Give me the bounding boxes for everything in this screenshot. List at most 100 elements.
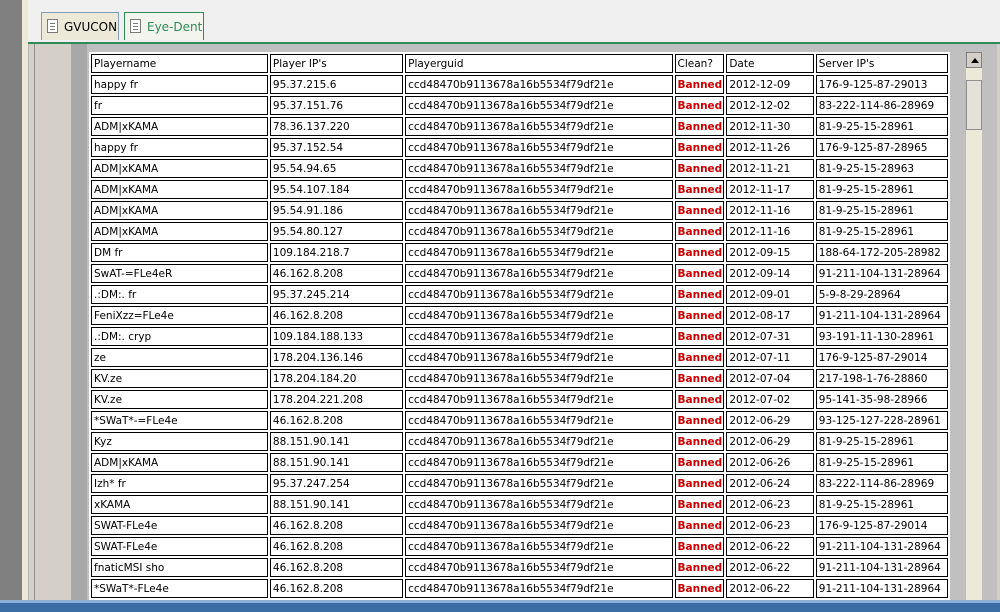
table-row[interactable]: xKAMA 88.151.90.141 ccd48470b9113678a16b55… — [91, 495, 948, 514]
cell-server-ip: 91-211-104-131-28964 — [815, 579, 948, 598]
cell-date: 2012-09-01 — [726, 285, 814, 304]
cell-date: 2012-06-29 — [726, 432, 814, 451]
table-row[interactable]: Izh* fr 95.37.247.254 ccd48470b9113678a16b… — [91, 474, 948, 493]
col-header-playerguid[interactable]: Playerguid — [405, 54, 673, 73]
cell-player-ip: 95.54.80.127 — [269, 222, 404, 241]
cell-playerguid: ccd48470b9113678a16b5534f79df21e — [405, 390, 673, 409]
cell-server-ip: 93-125-127-228-28961 — [815, 411, 948, 430]
cell-clean: Banned — [674, 537, 725, 556]
table-row[interactable]: KV.ze 178.204.184.20 ccd48470b9113678a16b5… — [91, 369, 948, 388]
col-header-server-ip[interactable]: Server IP's — [815, 54, 948, 73]
table-row[interactable]: DM fr 109.184.218.7 ccd48470b9113678a16b55… — [91, 243, 948, 262]
table-row[interactable]: ze 178.204.136.146 ccd48470b9113678a16b553… — [91, 348, 948, 367]
vertical-scrollbar[interactable] — [965, 52, 982, 600]
col-header-date[interactable]: Date — [726, 54, 814, 73]
cell-playerguid: ccd48470b9113678a16b5534f79df21e — [405, 411, 673, 430]
cell-playername: fnaticMSI sho — [91, 558, 268, 577]
cell-playerguid: ccd48470b9113678a16b5534f79df21e — [405, 159, 673, 178]
table-row[interactable]: ADM|xKAMA 95.54.94.65 ccd48470b9113678a16b… — [91, 159, 948, 178]
cell-playerguid: ccd48470b9113678a16b5534f79df21e — [405, 348, 673, 367]
table-row[interactable]: .:DM:. fr 95.37.245.214 ccd48470b9113678a1… — [91, 285, 948, 304]
cell-playerguid: ccd48470b9113678a16b5534f79df21e — [405, 495, 673, 514]
cell-clean: Banned — [674, 579, 725, 598]
col-header-player-ip[interactable]: Player IP's — [269, 54, 404, 73]
cell-playername: SWAT-FLe4e — [91, 516, 268, 535]
cell-date: 2012-11-26 — [726, 138, 814, 157]
table-row[interactable]: fr 95.37.151.76 ccd48470b9113678a16b5534f7… — [91, 96, 948, 115]
cell-server-ip: 83-222-114-86-28969 — [815, 474, 948, 493]
table-row[interactable]: FeniXzz=FLe4e 46.162.8.208 ccd48470b911367… — [91, 306, 948, 325]
ban-list-grid: Playername Player IP's Playerguid Clean?… — [89, 52, 950, 600]
table-row[interactable]: Kyz 88.151.90.141 ccd48470b9113678a16b5534… — [91, 432, 948, 451]
cell-server-ip: 83-222-114-86-28969 — [815, 96, 948, 115]
col-header-clean[interactable]: Clean? — [674, 54, 725, 73]
table-row[interactable]: happy fr 95.37.215.6 ccd48470b9113678a16b5… — [91, 75, 948, 94]
cell-playerguid: ccd48470b9113678a16b5534f79df21e — [405, 369, 673, 388]
scroll-thumb[interactable] — [966, 80, 982, 130]
cell-playername: Izh* fr — [91, 474, 268, 493]
cell-server-ip: 81-9-25-15-28961 — [815, 495, 948, 514]
cell-date: 2012-11-30 — [726, 117, 814, 136]
cell-server-ip: 81-9-25-15-28961 — [815, 201, 948, 220]
cell-clean: Banned — [674, 390, 725, 409]
cell-playerguid: ccd48470b9113678a16b5534f79df21e — [405, 138, 673, 157]
cell-player-ip: 109.184.218.7 — [269, 243, 404, 262]
tab-bar: GVUCON Eye-Dent — [28, 0, 1000, 44]
taskbar-highlight — [0, 600, 1000, 603]
cell-player-ip: 95.54.91.186 — [269, 201, 404, 220]
cell-playerguid: ccd48470b9113678a16b5534f79df21e — [405, 201, 673, 220]
table-row[interactable]: SWAT-FLe4e 46.162.8.208 ccd48470b9113678a1… — [91, 516, 948, 535]
table-row[interactable]: ADM|xKAMA 78.36.137.220 ccd48470b9113678a1… — [91, 117, 948, 136]
cell-clean: Banned — [674, 558, 725, 577]
cell-server-ip: 91-211-104-131-28964 — [815, 306, 948, 325]
cell-playername: SwAT-=FLe4eR — [91, 264, 268, 283]
scroll-up-button[interactable] — [966, 52, 982, 68]
cell-date: 2012-12-02 — [726, 96, 814, 115]
table-row[interactable]: ADM|xKAMA 95.54.80.127 ccd48470b9113678a16… — [91, 222, 948, 241]
tab-eye-dent[interactable]: Eye-Dent — [124, 12, 204, 40]
cell-date: 2012-07-11 — [726, 348, 814, 367]
table-row[interactable]: *SWaT*-FLe4e 46.162.8.208 ccd48470b9113678… — [91, 579, 948, 598]
cell-playerguid: ccd48470b9113678a16b5534f79df21e — [405, 516, 673, 535]
table-row[interactable]: ADM|xKAMA 88.151.90.141 ccd48470b9113678a1… — [91, 453, 948, 472]
content-panel: Playername Player IP's Playerguid Clean?… — [34, 44, 997, 600]
cell-playerguid: ccd48470b9113678a16b5534f79df21e — [405, 285, 673, 304]
cell-player-ip: 46.162.8.208 — [269, 537, 404, 556]
cell-server-ip: 176-9-125-87-29014 — [815, 516, 948, 535]
cell-date: 2012-06-24 — [726, 474, 814, 493]
cell-player-ip: 88.151.90.141 — [269, 495, 404, 514]
cell-date: 2012-07-31 — [726, 327, 814, 346]
cell-playername: KV.ze — [91, 369, 268, 388]
cell-date: 2012-06-23 — [726, 516, 814, 535]
table-row[interactable]: SWAT-FLe4e 46.162.8.208 ccd48470b9113678a1… — [91, 537, 948, 556]
table-row[interactable]: KV.ze 178.204.221.208 ccd48470b9113678a16b… — [91, 390, 948, 409]
cell-player-ip: 46.162.8.208 — [269, 306, 404, 325]
table-row[interactable]: ADM|xKAMA 95.54.107.184 ccd48470b9113678a1… — [91, 180, 948, 199]
table-row[interactable]: ADM|xKAMA 95.54.91.186 ccd48470b9113678a16… — [91, 201, 948, 220]
cell-player-ip: 95.37.152.54 — [269, 138, 404, 157]
cell-date: 2012-07-02 — [726, 390, 814, 409]
cell-clean: Banned — [674, 180, 725, 199]
cell-server-ip: 176-9-125-87-28965 — [815, 138, 948, 157]
table-row[interactable]: SwAT-=FLe4eR 46.162.8.208 ccd48470b9113678… — [91, 264, 948, 283]
table-row[interactable]: .:DM:. cryp 109.184.188.133 ccd48470b91136… — [91, 327, 948, 346]
cell-playerguid: ccd48470b9113678a16b5534f79df21e — [405, 222, 673, 241]
cell-player-ip: 88.151.90.141 — [269, 453, 404, 472]
left-frame-inner — [22, 0, 29, 600]
cell-playerguid: ccd48470b9113678a16b5534f79df21e — [405, 243, 673, 262]
cell-server-ip: 217-198-1-76-28860 — [815, 369, 948, 388]
cell-clean: Banned — [674, 264, 725, 283]
table-row[interactable]: fnaticMSI sho 46.162.8.208 ccd48470b911367… — [91, 558, 948, 577]
panel-gutter-dark — [71, 44, 87, 600]
cell-clean: Banned — [674, 243, 725, 262]
cell-clean: Banned — [674, 75, 725, 94]
cell-player-ip: 46.162.8.208 — [269, 558, 404, 577]
cell-server-ip: 81-9-25-15-28961 — [815, 180, 948, 199]
table-row[interactable]: happy fr 95.37.152.54 ccd48470b9113678a16b… — [91, 138, 948, 157]
tab-gvucon[interactable]: GVUCON — [41, 12, 119, 40]
cell-playerguid: ccd48470b9113678a16b5534f79df21e — [405, 474, 673, 493]
cell-playername: DM fr — [91, 243, 268, 262]
cell-playerguid: ccd48470b9113678a16b5534f79df21e — [405, 75, 673, 94]
table-row[interactable]: *SWaT*-=FLe4e 46.162.8.208 ccd48470b911367… — [91, 411, 948, 430]
col-header-playername[interactable]: Playername — [91, 54, 268, 73]
